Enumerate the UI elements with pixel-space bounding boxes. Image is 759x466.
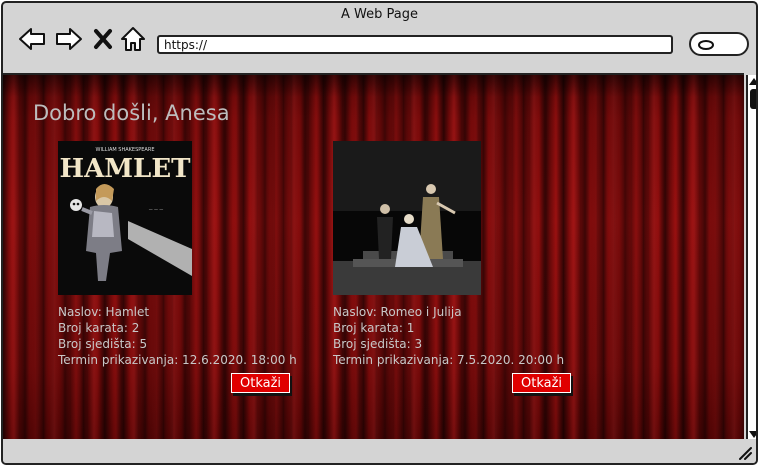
svg-text:— — —: — — —	[149, 207, 164, 212]
scroll-thumb[interactable]	[750, 89, 756, 109]
reservation-card-romeo: Naslov: Romeo i Julija Broj karata: 1 Br…	[333, 141, 593, 368]
status-bar	[3, 439, 756, 463]
seats-line: Broj sjedišta: 3	[333, 337, 423, 351]
address-bar[interactable]: https://	[157, 35, 673, 54]
close-icon[interactable]	[91, 25, 115, 53]
cancel-button[interactable]: Otkaži	[231, 373, 291, 393]
search-icon	[698, 40, 714, 50]
browser-window: A Web Page https:// Dobro došli, Anesa W…	[1, 1, 758, 465]
cancel-button[interactable]: Otkaži	[512, 373, 572, 393]
back-arrow-icon[interactable]	[17, 25, 47, 53]
vertical-scrollbar[interactable]	[746, 75, 756, 441]
showtime-line: Termin prikazivanja: 12.6.2020. 18:00 h	[58, 353, 297, 367]
window-title: A Web Page	[341, 7, 418, 22]
home-icon[interactable]	[119, 25, 147, 53]
svg-text:WILLIAM SHAKESPEARE: WILLIAM SHAKESPEARE	[96, 147, 155, 153]
scroll-up-icon[interactable]	[749, 78, 756, 85]
scroll-down-icon[interactable]	[749, 431, 756, 438]
showtime-line: Termin prikazivanja: 7.5.2020. 20:00 h	[333, 353, 565, 367]
forward-arrow-icon[interactable]	[54, 25, 84, 53]
tickets-line: Broj karata: 1	[333, 321, 415, 335]
title-line: Naslov: Hamlet	[58, 305, 150, 319]
svg-text:HAMLET: HAMLET	[60, 154, 192, 184]
welcome-heading: Dobro došli, Anesa	[33, 101, 230, 125]
reservation-details: Naslov: Romeo i Julija Broj karata: 1 Br…	[333, 304, 593, 368]
title-line: Naslov: Romeo i Julija	[333, 305, 462, 319]
search-box[interactable]	[689, 32, 749, 56]
seats-line: Broj sjedišta: 5	[58, 337, 148, 351]
romeo-juliet-photo	[333, 141, 481, 295]
reservation-card-hamlet: WILLIAM SHAKESPEARE HAMLET — — — Naslov:…	[58, 141, 318, 368]
hamlet-poster-image: WILLIAM SHAKESPEARE HAMLET — — —	[58, 141, 192, 295]
page-viewport: Dobro došli, Anesa WILLIAM SHAKESPEARE H…	[3, 73, 744, 441]
tickets-line: Broj karata: 2	[58, 321, 140, 335]
reservation-details: Naslov: Hamlet Broj karata: 2 Broj sjedi…	[58, 304, 318, 368]
resize-grip-icon[interactable]	[736, 444, 752, 460]
